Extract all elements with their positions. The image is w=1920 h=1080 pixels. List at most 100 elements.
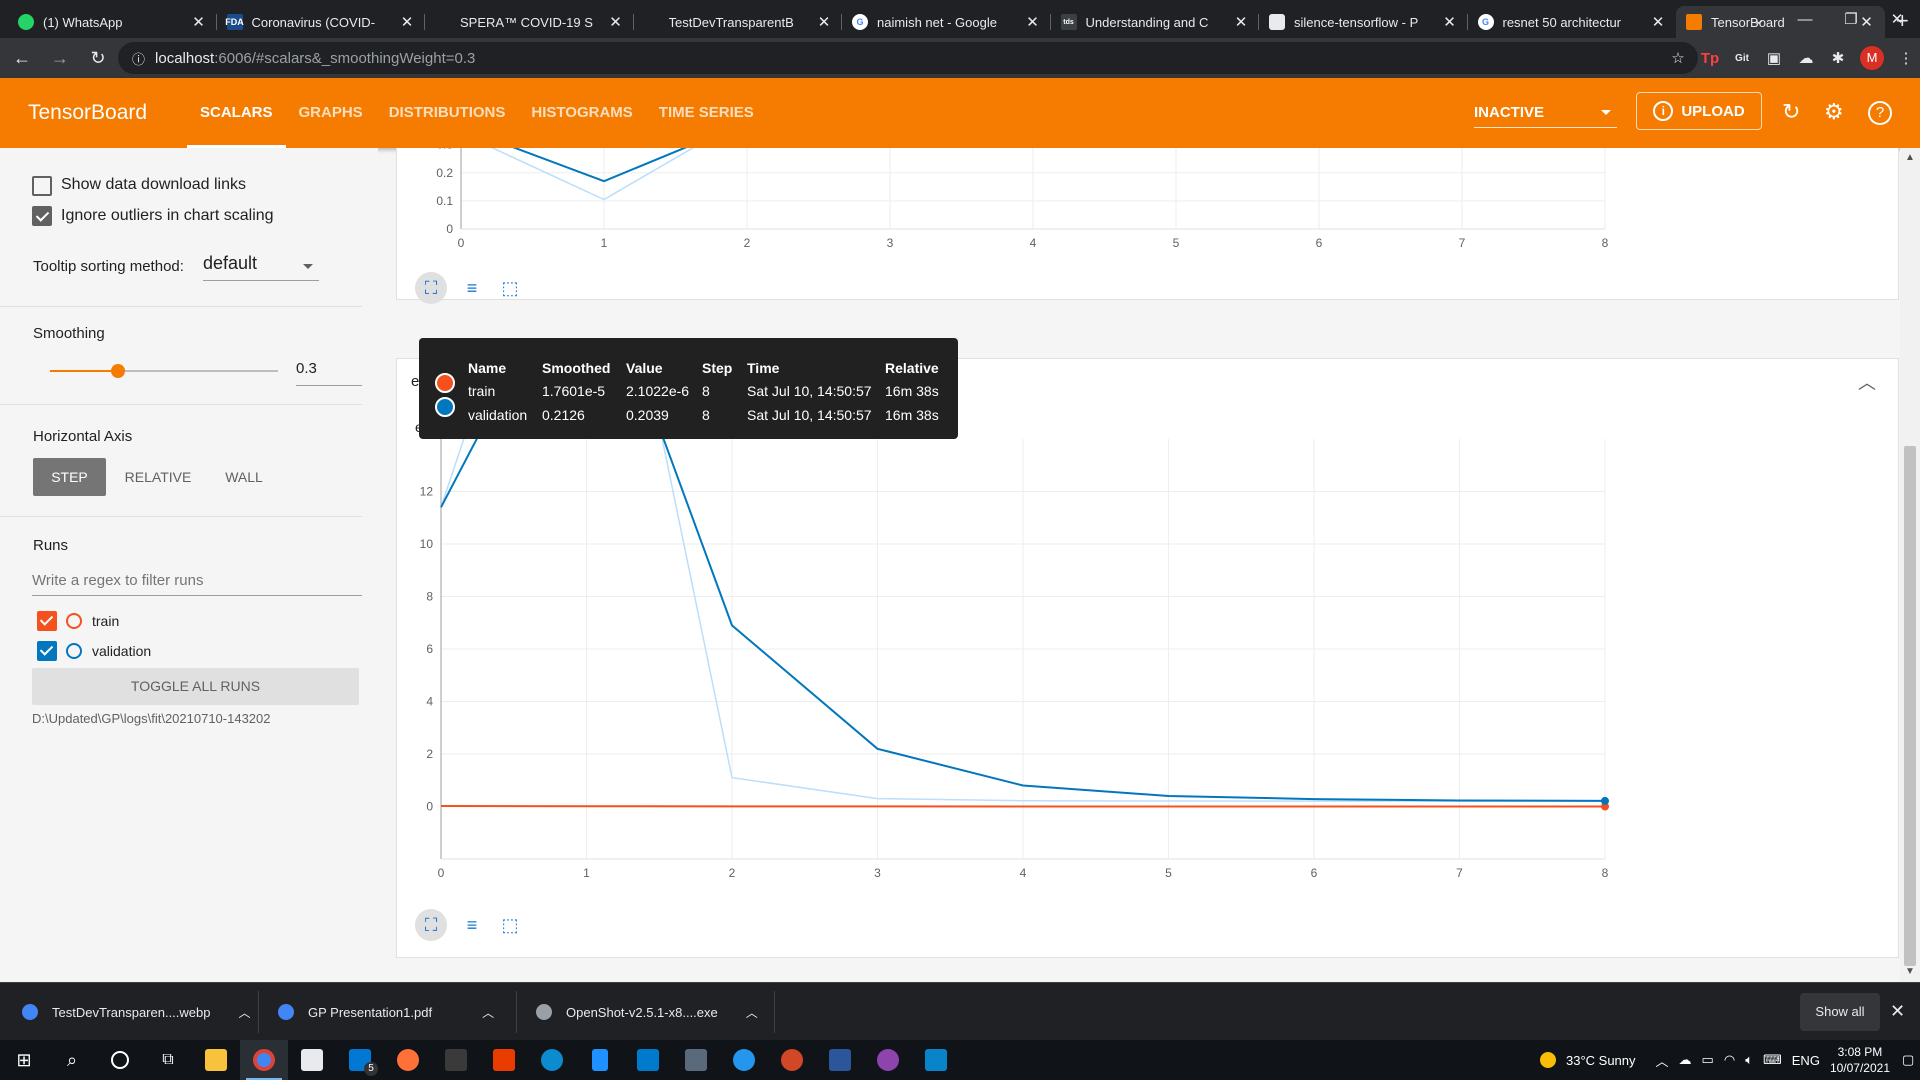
media-icon[interactable]: [864, 1040, 912, 1080]
refresh-icon[interactable]: ↻: [1782, 99, 1800, 125]
scroll-down-icon[interactable]: ▼: [1905, 966, 1915, 977]
browser-tab-google-naimish[interactable]: Gnaimish net - Google ✕: [842, 6, 1051, 38]
volume-icon[interactable]: 🔈︎: [1745, 1052, 1753, 1068]
info-icon[interactable]: ⓘ: [132, 49, 145, 68]
files-icon[interactable]: [576, 1040, 624, 1080]
browser-tab-testdev[interactable]: TestDevTransparentB ✕: [634, 6, 843, 38]
wifi-icon[interactable]: ◠: [1724, 1052, 1735, 1068]
run-validation-checkbox[interactable]: [37, 641, 57, 661]
chevron-up-icon[interactable]: ︿: [238, 1004, 250, 1021]
windows-start-icon[interactable]: ⊞: [0, 1040, 48, 1080]
browser-tab-whatsapp[interactable]: (1) WhatsApp ✕: [8, 6, 217, 38]
search-icon[interactable]: ⌕: [48, 1040, 96, 1080]
runs-filter-input[interactable]: Write a regex to filter runs: [32, 564, 362, 596]
browser-tab-tds[interactable]: tds Understanding and C ✕: [1051, 6, 1260, 38]
file-explorer-icon[interactable]: [192, 1040, 240, 1080]
chevron-up-icon[interactable]: ︿: [746, 1004, 758, 1021]
weather-text[interactable]: 33°C Sunny: [1566, 1053, 1636, 1068]
page-scrollbar[interactable]: ▲ ▼: [1900, 148, 1920, 982]
close-icon[interactable]: ✕: [608, 13, 624, 31]
scrollbar-thumb[interactable]: [1904, 446, 1916, 966]
close-window-icon[interactable]: ✕: [1874, 10, 1920, 28]
fullscreen-icon[interactable]: ⛶: [415, 909, 447, 941]
browser-tab-spera[interactable]: SPERA™ COVID-19 S ✕: [425, 6, 634, 38]
show-all-downloads-button[interactable]: Show all: [1800, 993, 1880, 1031]
tab-time-series[interactable]: TIME SERIES: [646, 78, 767, 148]
tab-graphs[interactable]: GRAPHS: [286, 78, 376, 148]
close-icon[interactable]: ✕: [1233, 13, 1249, 31]
smoothing-value-input[interactable]: 0.3: [296, 360, 362, 386]
download-item[interactable]: TestDevTransparen....webp ︿: [22, 983, 251, 1041]
ssms-icon[interactable]: [672, 1040, 720, 1080]
game-icon[interactable]: [432, 1040, 480, 1080]
minimize-icon[interactable]: —: [1782, 11, 1828, 28]
tray-chevron-up-icon[interactable]: ︿: [1656, 1051, 1669, 1070]
keyboard-icon[interactable]: ⌨: [1763, 1052, 1782, 1068]
language-indicator[interactable]: ENG: [1792, 1053, 1820, 1068]
run-train-color-icon[interactable]: [66, 613, 82, 629]
tab-histograms[interactable]: HISTOGRAMS: [518, 78, 645, 148]
chart-loss-svg[interactable]: 1210864200 1 2 3 4 5 6 7 8: [397, 439, 1900, 899]
bookmark-star-icon[interactable]: ☆: [1662, 49, 1694, 67]
powerpoint-icon[interactable]: [768, 1040, 816, 1080]
help-icon[interactable]: ?: [1868, 101, 1892, 125]
ignore-outliers-checkbox[interactable]: [32, 206, 52, 226]
close-icon[interactable]: ✕: [1025, 13, 1041, 31]
haxis-step-button[interactable]: STEP: [33, 458, 106, 496]
close-shelf-icon[interactable]: ✕: [1890, 1001, 1905, 1022]
clock[interactable]: 3:08 PM 10/07/2021: [1830, 1044, 1890, 1076]
git-zip-extension-icon[interactable]: Git: [1726, 53, 1758, 64]
fit-domain-icon[interactable]: ⬚: [497, 912, 523, 938]
tp-extension-icon[interactable]: Tp: [1694, 50, 1726, 67]
tab-scalars[interactable]: SCALARS: [187, 78, 286, 148]
haxis-relative-button[interactable]: RELATIVE: [118, 458, 198, 496]
show-download-links-checkbox[interactable]: [32, 176, 52, 196]
toggle-all-runs-button[interactable]: TOGGLE ALL RUNS: [32, 668, 359, 705]
browser-tab-google-resnet[interactable]: Gresnet 50 architectur ✕: [1468, 6, 1677, 38]
log-scale-toggle-icon[interactable]: ≡: [459, 912, 485, 938]
close-icon[interactable]: ✕: [399, 13, 415, 31]
chrome-taskbar-icon[interactable]: [240, 1040, 288, 1080]
slider-thumb[interactable]: [111, 364, 126, 378]
image-extension-icon[interactable]: ▣: [1758, 49, 1790, 67]
cloud-extension-icon[interactable]: ☁: [1790, 49, 1822, 67]
store-icon[interactable]: [288, 1040, 336, 1080]
upload-button[interactable]: i UPLOAD: [1636, 92, 1762, 130]
restore-icon[interactable]: ❐: [1828, 10, 1874, 28]
tensorboard-logo[interactable]: TensorBoard: [28, 101, 187, 125]
back-icon[interactable]: ←: [6, 48, 38, 69]
notifications-icon[interactable]: ▢: [1902, 1052, 1914, 1068]
collapse-chevron-up-icon[interactable]: ︿: [1858, 369, 1876, 395]
puzzle-extensions-icon[interactable]: ✱: [1822, 49, 1854, 67]
log-scale-toggle-icon[interactable]: ≡: [459, 275, 485, 301]
download-item[interactable]: OpenShot-v2.5.1-x8....exe ︿: [536, 983, 758, 1041]
reload-icon[interactable]: ↻: [82, 48, 114, 69]
task-view-icon[interactable]: ⧉: [144, 1040, 192, 1080]
tab-search-icon[interactable]: ⌄: [1736, 10, 1782, 28]
close-icon[interactable]: ✕: [1650, 13, 1666, 31]
run-train-checkbox[interactable]: [37, 611, 57, 631]
haxis-wall-button[interactable]: WALL: [212, 458, 276, 496]
browser-tab-fda[interactable]: FDA Coronavirus (COVID- ✕: [217, 6, 426, 38]
docker-icon[interactable]: [720, 1040, 768, 1080]
browser-tab-silence-tensorflow[interactable]: silence-tensorflow - P ✕: [1259, 6, 1468, 38]
cortana-icon[interactable]: [96, 1040, 144, 1080]
battery-icon[interactable]: ▭: [1702, 1052, 1714, 1068]
tab-distributions[interactable]: DISTRIBUTIONS: [376, 78, 519, 148]
scroll-up-icon[interactable]: ▲: [1905, 152, 1915, 163]
chevron-up-icon[interactable]: ︿: [482, 1004, 494, 1021]
close-icon[interactable]: ✕: [816, 13, 832, 31]
fit-domain-icon[interactable]: ⬚: [497, 275, 523, 301]
chart-top-svg[interactable]: 0.3 0.2 0.1 00 1 2 3 4 5 6 7 8: [397, 148, 1900, 301]
profile-avatar[interactable]: M: [1860, 46, 1884, 70]
plugin-select[interactable]: INACTIVE: [1474, 100, 1617, 128]
run-validation-color-icon[interactable]: [66, 643, 82, 659]
firefox-icon[interactable]: [384, 1040, 432, 1080]
close-icon[interactable]: ✕: [191, 13, 207, 31]
vscode-icon[interactable]: [624, 1040, 672, 1080]
menu-kebab-icon[interactable]: ⋮: [1890, 49, 1920, 67]
onedrive-cloud-icon[interactable]: ☁: [1679, 1052, 1692, 1068]
close-icon[interactable]: ✕: [1442, 13, 1458, 31]
edge-icon[interactable]: [528, 1040, 576, 1080]
url-input[interactable]: ⓘ localhost:6006/#scalars&_smoothingWeig…: [118, 42, 1698, 74]
